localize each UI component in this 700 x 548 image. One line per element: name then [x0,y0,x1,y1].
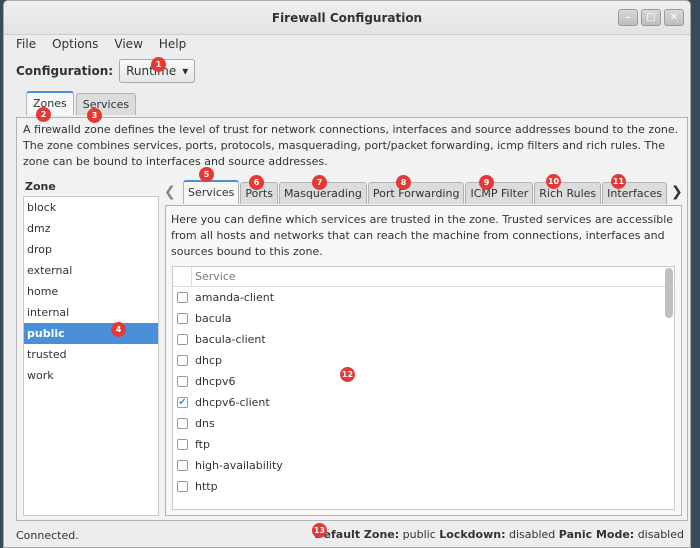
zone-item-external[interactable]: external [24,260,158,281]
annotation-badge: 12 [340,367,355,382]
services-description: Here you can define which services are t… [171,213,674,258]
service-checkbox-checked[interactable]: ✔ [177,397,188,408]
chevron-right-icon[interactable]: ❯ [671,184,683,200]
tab-zone-services[interactable]: Services [183,180,240,204]
service-name: high-availability [195,459,283,472]
service-name: dhcp [195,354,222,367]
configuration-label: Configuration: [16,64,114,78]
default-zone-label: Default Zone: [314,528,400,541]
zone-item-home[interactable]: home [24,281,158,302]
annotation-badge: 8 [396,175,411,190]
service-checkbox[interactable] [177,292,188,303]
table-row[interactable]: dhcpv6 [173,371,674,392]
table-row[interactable]: bacula [173,308,674,329]
zone-item-work[interactable]: work [24,365,158,386]
zone-list: block dmz drop external home internal pu… [23,196,159,516]
zone-description: A firewalld zone defines the level of tr… [23,123,679,168]
tab-rich-rules[interactable]: Rich Rules [534,182,602,204]
close-button[interactable]: ✕ [664,9,684,26]
column-separator [191,267,192,287]
title-bar: Firewall Configuration – □ ✕ [4,1,690,35]
table-row[interactable]: ✔ dhcpv6-client [173,392,674,413]
service-checkbox[interactable] [177,439,188,450]
service-checkbox[interactable] [177,376,188,387]
service-checkbox[interactable] [177,355,188,366]
zone-item-internal[interactable]: internal [24,302,158,323]
zone-item-trusted[interactable]: trusted [24,344,158,365]
window-title: Firewall Configuration [271,11,423,25]
window-controls: – □ ✕ [618,9,684,26]
zones-content: A firewalld zone defines the level of tr… [16,117,688,521]
services-table: Service amanda-client bacula bacula-clie… [172,266,675,510]
zone-item-public[interactable]: public [24,323,158,344]
zone-item-dmz[interactable]: dmz [24,218,158,239]
connection-status: Connected. [16,528,79,542]
panic-mode-value: disabled [637,528,684,541]
annotation-badge: 7 [312,175,327,190]
zone-item-block[interactable]: block [24,197,158,218]
menu-help[interactable]: Help [159,37,186,51]
service-checkbox[interactable] [177,460,188,471]
services-table-header: Service [173,267,674,287]
tab-icmp-filter[interactable]: ICMP Filter [465,182,534,204]
status-bar: Connected. Default Zone: public Lockdown… [4,521,690,547]
service-name: http [195,480,218,493]
minimize-button[interactable]: – [618,9,638,26]
tab-services[interactable]: Services [75,93,137,115]
menu-bar: File Options View Help [16,37,186,51]
tab-port-forwarding[interactable]: Port Forwarding [367,182,465,204]
table-row[interactable]: ftp [173,434,674,455]
annotation-badge: 13 [312,523,327,538]
chevron-down-icon: ▾ [182,64,189,78]
annotation-badge: 2 [36,107,51,122]
firewall-window: Firewall Configuration – □ ✕ File Option… [3,0,691,548]
annotation-badge: 11 [611,174,626,189]
annotation-badge: 5 [199,167,214,182]
table-row[interactable]: amanda-client [173,287,674,308]
menu-view[interactable]: View [114,37,142,51]
panic-mode-label: Panic Mode: [558,528,635,541]
annotation-badge: 9 [479,175,494,190]
table-row[interactable]: high-availability [173,455,674,476]
maximize-button[interactable]: □ [641,9,661,26]
service-name: dns [195,417,215,430]
table-row[interactable]: http [173,476,674,497]
annotation-badge: 3 [87,108,102,123]
configuration-row: Configuration: Runtime ▾ [16,59,196,83]
status-summary: Default Zone: public Lockdown: disabled … [314,528,684,541]
service-checkbox[interactable] [177,313,188,324]
lockdown-label: Lockdown: [439,528,506,541]
service-name: dhcpv6 [195,375,236,388]
service-checkbox[interactable] [177,334,188,345]
services-scrollbar[interactable] [665,268,673,318]
annotation-badge: 10 [546,174,561,189]
service-name: amanda-client [195,291,275,304]
annotation-badge: 1 [151,57,166,72]
services-panel: Here you can define which services are t… [165,205,682,516]
annotation-badge: 6 [249,175,264,190]
table-row[interactable]: dhcp [173,350,674,371]
service-checkbox[interactable] [177,481,188,492]
service-checkbox[interactable] [177,418,188,429]
zone-list-title: Zone [25,180,56,193]
annotation-badge: 4 [111,322,126,337]
service-name: bacula-client [195,333,266,346]
default-zone-value: public [402,528,436,541]
menu-file[interactable]: File [16,37,36,51]
service-name: ftp [195,438,210,451]
table-row[interactable]: bacula-client [173,329,674,350]
lockdown-value: disabled [508,528,556,541]
chevron-left-icon[interactable]: ❮ [164,184,176,200]
service-name: bacula [195,312,232,325]
service-column-header[interactable]: Service [195,270,236,283]
service-name: dhcpv6-client [195,396,270,409]
zone-item-drop[interactable]: drop [24,239,158,260]
table-row[interactable]: dns [173,413,674,434]
menu-options[interactable]: Options [52,37,98,51]
